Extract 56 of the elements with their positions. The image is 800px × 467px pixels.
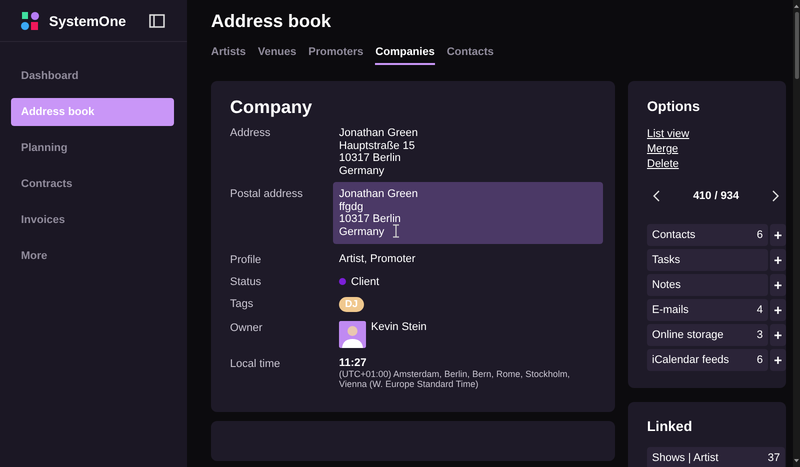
sidebar-item[interactable]: Invoices (11, 206, 174, 234)
option-row[interactable]: Contacts 6 (647, 224, 768, 246)
tab[interactable]: Companies (375, 46, 435, 65)
add-button[interactable]: + (770, 274, 786, 296)
sidebar-item[interactable]: Contracts (11, 170, 174, 198)
address-value: Jonathan Green Hauptstraße 15 10317 Berlin Germany (338, 126, 419, 178)
tab[interactable]: Artists (211, 46, 246, 65)
sidebar-item[interactable]: Planning (11, 134, 174, 162)
option-row[interactable]: Online storage 3 (647, 324, 768, 346)
sidebar-item[interactable]: Dashboard (11, 62, 174, 90)
field-label: Address (230, 126, 272, 141)
sidebar-toggle-icon[interactable] (149, 14, 165, 28)
add-button[interactable]: + (770, 349, 786, 371)
option-row[interactable]: E-mails 4 (647, 299, 768, 321)
field-label: Status (230, 275, 262, 288)
tag: DJ (339, 297, 364, 312)
card-title: Linked (647, 418, 694, 434)
add-button[interactable]: + (770, 249, 786, 271)
next-icon[interactable] (771, 190, 779, 202)
card-title: Options (647, 98, 701, 114)
tab[interactable]: Promoters (308, 46, 364, 65)
previous-icon[interactable] (653, 190, 661, 202)
page-title: Address book (211, 11, 332, 32)
tab[interactable]: Venues (258, 46, 296, 65)
option-row[interactable]: iCalendar feeds 6 (647, 349, 768, 371)
option-row[interactable]: Notes (647, 274, 768, 296)
option-link[interactable]: Merge (647, 142, 786, 157)
app-name: SystemOne (49, 12, 128, 28)
field-label: Postal address (230, 187, 304, 202)
record-counter: 410 / 934 (693, 190, 739, 202)
add-button[interactable]: + (770, 224, 786, 246)
avatar (339, 321, 366, 348)
field-label: Local time (230, 357, 282, 372)
text-cursor-icon (392, 224, 400, 238)
timezone-note: (UTC+01:00) Amsterdam, Berlin, Bern, Rome, Stockholm, Vienna (W. Europe Standard Time) (339, 369, 571, 389)
scrollbar[interactable] (793, 0, 800, 467)
scroll-down-icon[interactable] (794, 459, 799, 463)
sidebar-item[interactable]: More (11, 242, 174, 270)
local-time: 11:27 (339, 357, 368, 369)
add-button[interactable]: + (770, 299, 786, 321)
option-link[interactable]: List view (647, 127, 786, 142)
field-label: Owner (230, 321, 264, 336)
field-label: Profile (230, 253, 262, 266)
add-button[interactable]: + (770, 324, 786, 346)
field-value: Artist, Promoter (338, 253, 416, 266)
owner-name: Kevin Stein (371, 321, 427, 333)
field-label: Tags (230, 297, 254, 312)
scroll-up-icon[interactable] (794, 4, 799, 8)
option-link[interactable]: Delete (647, 157, 786, 172)
card-title: Company (230, 97, 314, 118)
status-value: Client (351, 276, 380, 288)
linked-row[interactable]: Shows | Artist 37 (647, 447, 785, 467)
tab[interactable]: Contacts (446, 46, 494, 65)
option-row[interactable]: Tasks (647, 249, 768, 271)
logo-icon (20, 10, 40, 30)
address-value: Jonathan Green ffgdg 10317 Berlin Germany (333, 182, 603, 244)
